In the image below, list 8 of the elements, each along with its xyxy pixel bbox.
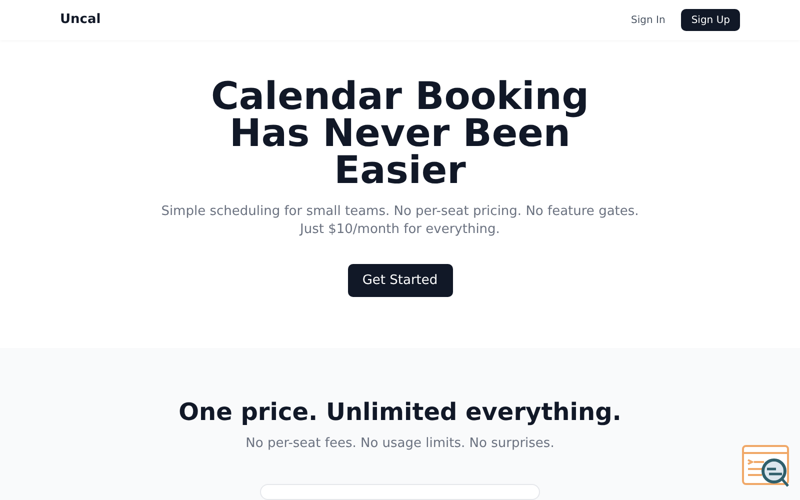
hero-subtitle: Simple scheduling for small teams. No per-seat pricing. No feature gates. Just $10/month for everything. [161, 203, 639, 239]
hero-heading: Calendar Booking Has Never Been Easier [211, 78, 589, 189]
pricing-heading: One price. Unlimited everything. [178, 398, 622, 426]
pricing-subtitle: No per-seat fees. No usage limits. No surprises. [246, 435, 554, 453]
logo[interactable]: Uncal [60, 10, 101, 30]
sign-in-link[interactable]: Sign In [627, 12, 670, 28]
sign-up-button[interactable]: Sign Up [681, 9, 740, 31]
get-started-button[interactable]: Get Started [348, 264, 452, 297]
